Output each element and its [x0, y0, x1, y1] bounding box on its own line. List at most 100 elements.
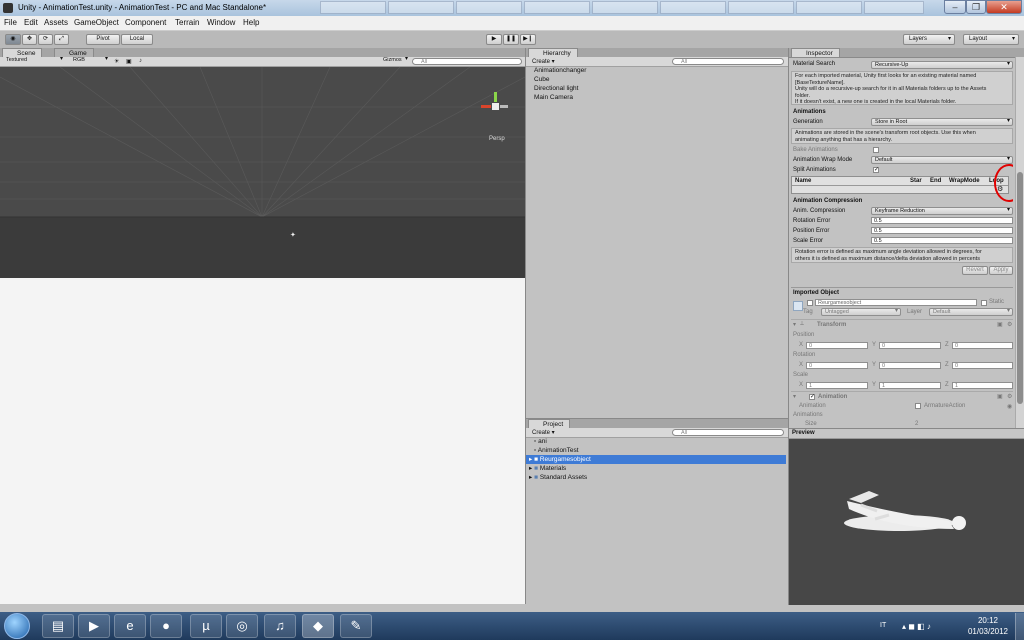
scene-gizmo-axis[interactable] — [478, 89, 512, 123]
rotate-tool-button[interactable]: ⟳ — [38, 34, 53, 45]
tag-dropdown[interactable]: Untagged — [821, 308, 901, 316]
help-book-icon[interactable]: ▣ — [997, 321, 1003, 328]
scrollbar-thumb[interactable] — [1017, 172, 1023, 404]
project-item-selected[interactable]: ▸ ■ Reurgamesobject — [526, 455, 786, 464]
tab-hierarchy[interactable]: Hierarchy — [528, 48, 578, 57]
foldout-arrow-icon[interactable]: ▾ — [793, 393, 796, 400]
bake-animations-checkbox[interactable] — [873, 147, 879, 153]
hierarchy-item[interactable]: Directional light — [534, 84, 578, 93]
utorrent-icon[interactable]: µ — [190, 614, 222, 638]
gear-icon[interactable]: ⚙ — [1007, 321, 1012, 328]
menu-window[interactable]: Window — [207, 18, 235, 27]
folder-icon[interactable]: ▤ — [42, 614, 74, 638]
foldout-arrow-icon[interactable]: ▾ — [793, 321, 796, 328]
position-y-field[interactable]: 0 — [879, 342, 941, 349]
itunes-icon[interactable]: ♫ — [264, 614, 296, 638]
hierarchy-item[interactable]: Main Camera — [534, 93, 573, 102]
menu-edit[interactable]: Edit — [24, 18, 38, 27]
pause-button[interactable]: ❚❚ — [503, 34, 519, 45]
generation-dropdown[interactable]: Store in Root — [871, 118, 1013, 126]
wrap-mode-dropdown[interactable]: Default — [871, 156, 1013, 164]
character-model-preview[interactable] — [789, 439, 1024, 605]
media-player-icon[interactable]: ▶ — [78, 614, 110, 638]
static-checkbox[interactable] — [981, 300, 987, 306]
clock-time[interactable]: 20:12 — [968, 616, 1008, 625]
tab-scene[interactable]: Scene — [2, 48, 43, 57]
background-tab[interactable] — [320, 1, 386, 14]
position-x-field[interactable]: 0 — [806, 342, 868, 349]
pivot-toggle[interactable]: Pivot — [86, 34, 120, 45]
play-button[interactable]: ▶ — [486, 34, 502, 45]
position-error-field[interactable]: 0.5 — [871, 227, 1013, 234]
background-tab[interactable] — [388, 1, 454, 14]
sun-icon[interactable]: ☀ — [114, 58, 119, 65]
project-search-input[interactable]: All — [672, 429, 784, 436]
close-window-button[interactable]: ✕ — [986, 0, 1022, 14]
rotation-x-field[interactable]: 0 — [806, 362, 868, 369]
hierarchy-item[interactable]: Cube — [534, 75, 550, 84]
tray-icons[interactable]: ▴ ◼ ◧ ♪ — [902, 622, 931, 631]
background-tab[interactable] — [660, 1, 726, 14]
scene-search-input[interactable]: All — [412, 58, 522, 65]
blender-icon[interactable]: ◎ — [226, 614, 258, 638]
revert-button[interactable]: Revert — [962, 266, 988, 275]
background-tab[interactable] — [796, 1, 862, 14]
help-book-icon[interactable]: ▣ — [997, 393, 1003, 400]
gizmos-dropdown[interactable]: Gizmos — [380, 56, 410, 65]
tab-inspector[interactable]: Inspector — [791, 48, 840, 57]
tab-project[interactable]: Project — [528, 419, 571, 428]
image-icon[interactable]: ▣ — [126, 58, 132, 65]
scale-x-field[interactable]: 1 — [806, 382, 868, 389]
size-value[interactable]: 2 — [915, 421, 918, 427]
ie-icon[interactable]: e — [114, 614, 146, 638]
unity-icon[interactable]: ◆ — [302, 614, 334, 638]
background-tab[interactable] — [524, 1, 590, 14]
menu-terrain[interactable]: Terrain — [175, 18, 199, 27]
background-tab[interactable] — [592, 1, 658, 14]
clock-date[interactable]: 01/03/2012 — [962, 627, 1014, 636]
hierarchy-create-dropdown[interactable]: Create ▾ — [532, 58, 555, 65]
project-item[interactable]: ▸ ■ Standard Assets — [529, 473, 587, 482]
scale-error-field[interactable]: 0.5 — [871, 237, 1013, 244]
animation-clip-value[interactable]: ArmatureAction — [924, 403, 965, 409]
object-name-field[interactable]: Reurgamesobject — [815, 299, 977, 306]
hierarchy-item[interactable]: Animationchanger — [534, 66, 586, 75]
object-picker-icon[interactable]: ◉ — [1007, 403, 1012, 410]
hierarchy-search-input[interactable]: All — [672, 58, 784, 65]
background-tab[interactable] — [864, 1, 924, 14]
light-icon[interactable]: ✦ — [290, 231, 296, 239]
project-create-dropdown[interactable]: Create ▾ — [532, 429, 555, 436]
rotation-error-field[interactable]: 0.5 — [871, 217, 1013, 224]
language-indicator[interactable]: IT — [880, 622, 886, 629]
position-z-field[interactable]: 0 — [952, 342, 1013, 349]
render-mode-dropdown[interactable]: Textured — [3, 56, 65, 65]
local-toggle[interactable]: Local — [121, 34, 153, 45]
scale-tool-button[interactable]: ⤢ — [54, 34, 69, 45]
menu-help[interactable]: Help — [243, 18, 259, 27]
step-button[interactable]: ▶❙ — [520, 34, 536, 45]
scene-viewport[interactable]: Persp ✦ — [0, 67, 525, 278]
project-item[interactable]: ▸ ■ Materials — [529, 464, 566, 473]
rotation-y-field[interactable]: 0 — [879, 362, 941, 369]
split-animations-checkbox[interactable]: ✓ — [873, 167, 879, 173]
gear-icon[interactable]: ⚙ — [1007, 393, 1012, 400]
menu-gameobject[interactable]: GameObject — [74, 18, 119, 27]
background-tab[interactable] — [456, 1, 522, 14]
menu-component[interactable]: Component — [125, 18, 166, 27]
layout-dropdown[interactable]: Layout ▾ — [963, 34, 1019, 45]
gimp-icon[interactable]: ✎ — [340, 614, 372, 638]
rotation-z-field[interactable]: 0 — [952, 362, 1013, 369]
scale-z-field[interactable]: 1 — [952, 382, 1013, 389]
hand-tool-button[interactable]: ◉ — [5, 34, 21, 45]
layers-dropdown[interactable]: Layers ▾ — [903, 34, 955, 45]
background-tab[interactable] — [728, 1, 794, 14]
material-search-dropdown[interactable]: Recursive-Up — [871, 61, 1013, 69]
minimize-button[interactable]: – — [944, 0, 966, 14]
animation-enabled-checkbox[interactable]: ✓ — [809, 394, 815, 400]
color-mode-dropdown[interactable]: RGB — [70, 56, 110, 65]
audio-icon[interactable]: ♪ — [139, 58, 142, 64]
layer-dropdown[interactable]: Default — [929, 308, 1013, 316]
start-orb-icon[interactable] — [4, 613, 30, 639]
active-checkbox[interactable] — [807, 300, 813, 306]
menu-assets[interactable]: Assets — [44, 18, 68, 27]
